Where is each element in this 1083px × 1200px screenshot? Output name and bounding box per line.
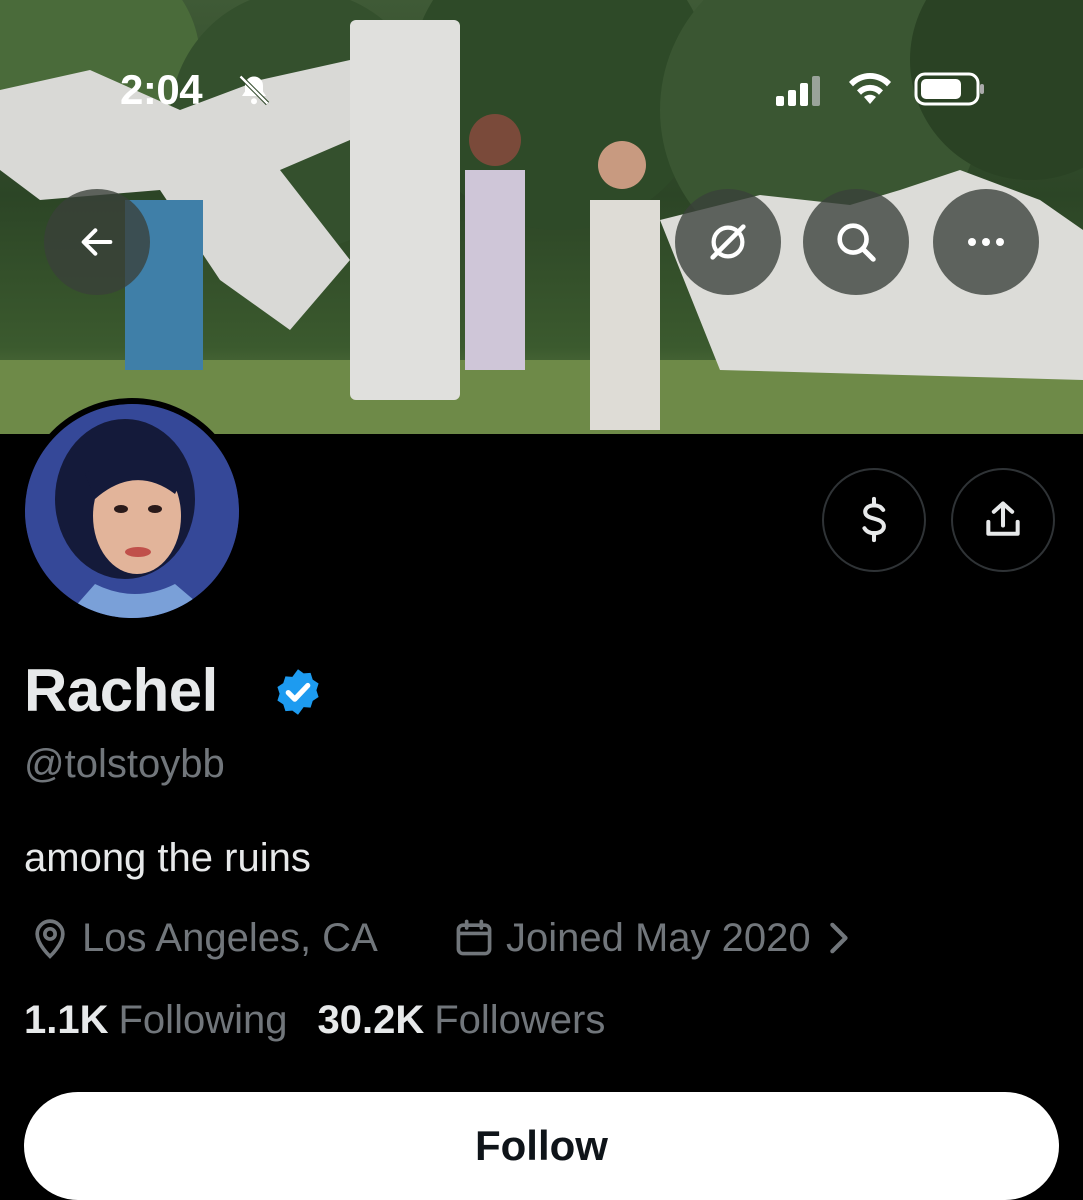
profile-handle: @tolstoybb — [24, 742, 225, 786]
profile-location: Los Angeles, CA — [28, 910, 378, 966]
share-upload-icon — [986, 501, 1020, 536]
follow-button[interactable]: Follow — [24, 1092, 1059, 1200]
bell-slash-icon — [236, 72, 272, 113]
following-label: Following — [118, 998, 288, 1042]
avatar-image — [25, 404, 239, 618]
following-link[interactable]: 1.1K Following — [24, 998, 287, 1043]
followers-label: Followers — [434, 998, 606, 1042]
grok-button[interactable] — [675, 189, 781, 295]
followers-link[interactable]: 30.2K Followers — [317, 998, 605, 1043]
followers-count: 30.2K — [317, 998, 425, 1042]
profile-bio: among the ruins — [24, 836, 311, 880]
wifi-icon — [846, 70, 894, 111]
chevron-right-icon — [829, 922, 848, 954]
search-button[interactable] — [803, 189, 909, 295]
back-arrow-icon — [81, 228, 113, 256]
tip-button[interactable] — [822, 468, 926, 572]
avatar[interactable] — [19, 398, 245, 624]
joined-text: Joined May 2020 — [506, 915, 811, 960]
verified-badge-icon[interactable] — [272, 666, 324, 723]
calendar-icon — [456, 919, 492, 956]
profile-name: Rachel — [24, 657, 218, 724]
profile-stats: 1.1K Following 30.2K Followers — [24, 998, 635, 1043]
grok-icon — [710, 224, 746, 260]
location-pin-icon — [35, 919, 65, 959]
back-button[interactable] — [44, 189, 150, 295]
profile-banner[interactable]: 2:04 — [0, 0, 1083, 434]
more-icon — [968, 238, 1004, 246]
profile-joined-date[interactable]: Joined May 2020 — [452, 910, 851, 966]
search-icon — [837, 223, 876, 262]
location-text: Los Angeles, CA — [82, 915, 378, 960]
following-count: 1.1K — [24, 998, 109, 1042]
cellular-signal-icon — [776, 76, 826, 111]
battery-icon — [914, 72, 986, 111]
share-button[interactable] — [951, 468, 1055, 572]
more-options-button[interactable] — [933, 189, 1039, 295]
dollar-sign-icon — [862, 496, 886, 543]
status-time: 2:04 — [120, 66, 203, 113]
